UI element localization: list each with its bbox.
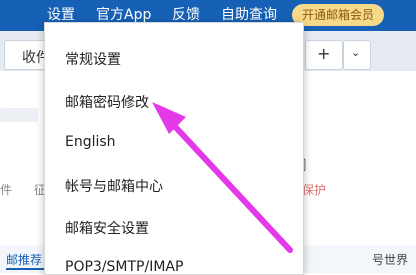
annotation-arrow [152,102,293,253]
arrow-shaft [165,116,293,253]
